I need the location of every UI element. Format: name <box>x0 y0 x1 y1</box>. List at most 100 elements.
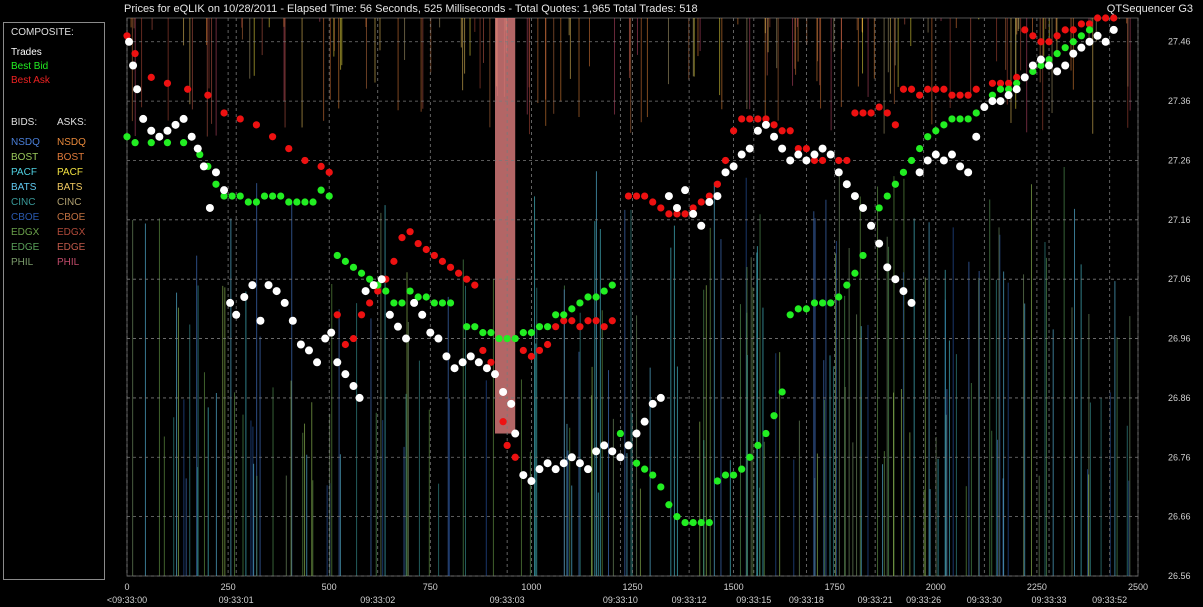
best-bid-point <box>600 287 608 295</box>
best-bid-point <box>236 192 244 200</box>
best-ask-point <box>511 453 519 461</box>
best-ask-point <box>163 79 172 87</box>
trades-point <box>211 168 220 177</box>
trades-point <box>333 358 342 367</box>
y-tick-label: 27.16 <box>1168 215 1191 225</box>
best-bid-point <box>357 269 366 277</box>
trades-point <box>163 126 172 135</box>
best-ask-point <box>406 228 414 236</box>
best-ask-point <box>940 85 948 93</box>
trades-point <box>980 103 989 112</box>
best-bid-point <box>1085 26 1094 34</box>
trades-point <box>193 144 202 153</box>
best-bid-point <box>1053 50 1061 58</box>
best-bid-point <box>592 293 600 301</box>
best-bid-point <box>641 465 649 473</box>
y-tick-label: 27.06 <box>1168 274 1191 284</box>
trades-point <box>199 162 208 171</box>
best-ask-point <box>503 441 511 450</box>
trades-point <box>1101 37 1110 46</box>
best-bid-point <box>285 198 293 206</box>
trades-point <box>810 150 819 159</box>
best-bid-point <box>341 257 349 265</box>
best-ask-point <box>624 192 633 200</box>
best-ask-point <box>730 127 738 135</box>
trades-point <box>147 126 156 135</box>
best-bid-point <box>713 477 722 485</box>
best-ask-point <box>851 109 859 117</box>
trades-point <box>964 168 973 177</box>
best-bid-point <box>689 518 697 527</box>
trades-point <box>600 441 609 450</box>
trades-point <box>321 334 330 343</box>
best-bid-point <box>907 156 916 165</box>
best-ask-point <box>1069 26 1077 34</box>
best-ask-point <box>1029 32 1037 40</box>
best-bid-point <box>859 251 867 260</box>
best-bid-point <box>422 293 430 301</box>
trades-point <box>559 459 568 468</box>
trades-point <box>875 239 884 248</box>
best-bid-point <box>560 311 568 319</box>
trades-point <box>729 162 738 171</box>
time-tick-label: 09:33:02 <box>360 595 395 605</box>
best-ask-point <box>891 121 899 129</box>
best-ask-point <box>455 269 463 277</box>
best-bid-point <box>754 441 762 450</box>
trades-point <box>786 156 795 165</box>
best-bid-point <box>899 168 908 176</box>
trades-point <box>543 459 552 468</box>
best-ask-point <box>657 204 665 212</box>
best-bid-point <box>576 299 584 307</box>
y-tick-label: 27.36 <box>1168 96 1191 106</box>
trades-point <box>584 465 593 474</box>
trades-point <box>327 328 336 337</box>
best-bid-point <box>317 186 325 194</box>
best-bid-point <box>487 329 495 337</box>
best-bid-point <box>673 513 681 521</box>
best-bid-point <box>163 139 172 147</box>
best-ask-point <box>204 91 212 99</box>
best-bid-point <box>471 323 479 331</box>
x-tick-label: 250 <box>221 582 236 592</box>
trades-point <box>402 334 411 343</box>
trades-point <box>1028 61 1037 70</box>
best-bid-point <box>681 518 689 527</box>
best-bid-point <box>543 323 552 331</box>
best-ask-point <box>1045 38 1053 46</box>
best-ask-point <box>713 180 722 188</box>
best-bid-point <box>495 334 503 343</box>
best-bid-point <box>827 299 835 307</box>
y-tick-label: 26.56 <box>1168 571 1191 581</box>
trades-point <box>519 471 528 480</box>
best-bid-point <box>147 139 155 147</box>
best-ask-point <box>438 257 447 265</box>
best-ask-point <box>317 162 325 171</box>
trades-point <box>458 358 467 367</box>
best-bid-point <box>697 518 705 527</box>
trades-point <box>624 441 633 450</box>
x-tick-label: 1500 <box>724 582 744 592</box>
best-ask-point <box>519 346 527 355</box>
trades-point <box>377 275 386 284</box>
trades-point <box>507 399 516 408</box>
trades-point <box>1061 61 1070 70</box>
trades-point <box>681 186 690 195</box>
trades-point <box>450 364 459 373</box>
best-ask-point <box>875 103 883 111</box>
trades-point <box>491 370 500 379</box>
x-tick-label: 2000 <box>926 582 946 592</box>
time-tick-label: <09:33:00 <box>107 595 147 605</box>
best-bid-point <box>665 501 673 509</box>
best-bid-point <box>794 305 802 313</box>
trades-point <box>349 382 358 391</box>
best-ask-point <box>414 239 422 248</box>
best-ask-point <box>568 317 576 325</box>
trades-point <box>418 310 427 319</box>
trades-point <box>778 144 787 153</box>
trades-point <box>1077 43 1086 52</box>
trades-point <box>947 150 956 159</box>
best-bid-point <box>277 192 285 200</box>
y-tick-label: 26.66 <box>1168 512 1191 522</box>
time-tick-label: 09:33:30 <box>967 595 1002 605</box>
